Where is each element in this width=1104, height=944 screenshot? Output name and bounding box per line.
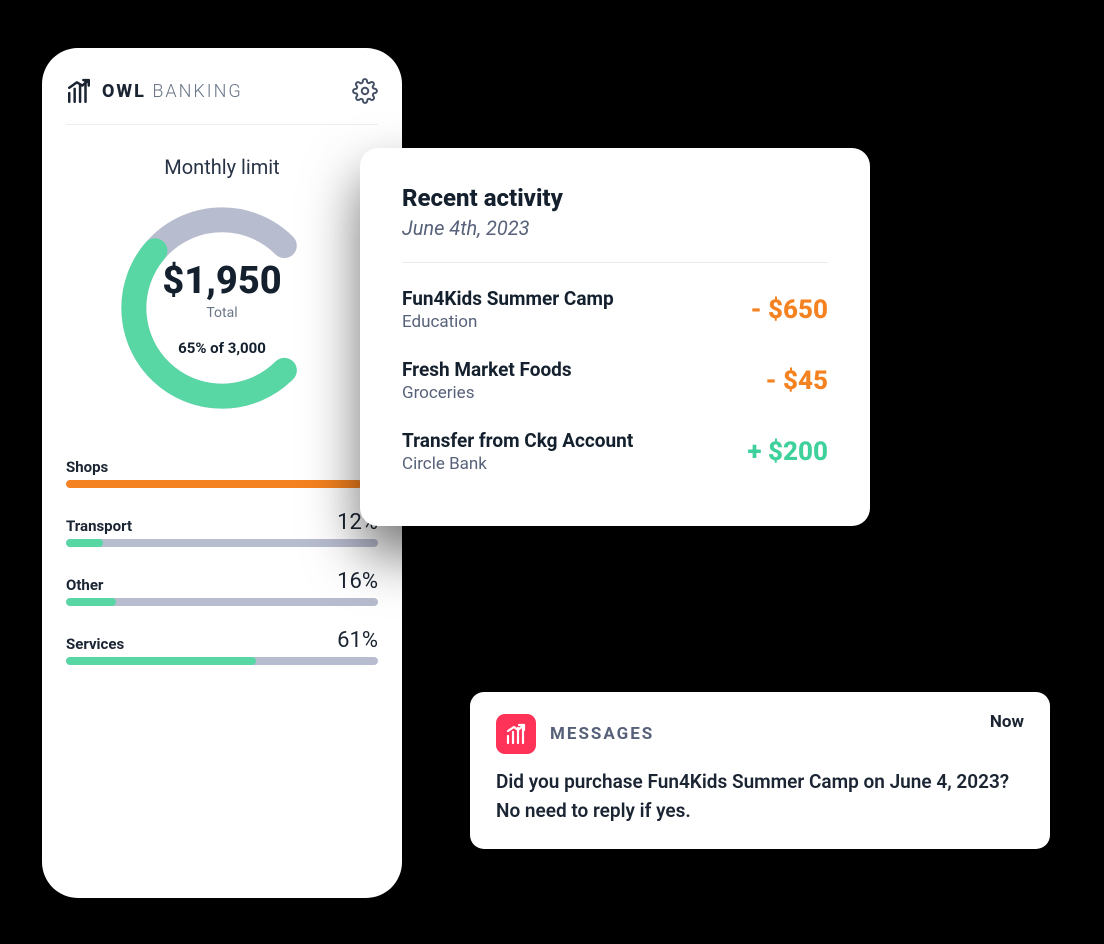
activity-item-amount: + $200 xyxy=(748,437,828,467)
limit-section: Monthly limit $1,950 Total 65% of 3,000 … xyxy=(66,125,378,665)
activity-items: Fun4Kids Summer Camp Education - $650 Fr… xyxy=(402,287,828,474)
activity-item[interactable]: Transfer from Ckg Account Circle Bank + … xyxy=(402,429,828,474)
category-name: Other xyxy=(66,576,103,594)
category-bar xyxy=(66,480,378,488)
category-row[interactable]: Other 16% xyxy=(66,569,378,606)
category-row[interactable]: Services 61% xyxy=(66,628,378,665)
activity-item-amount: - $650 xyxy=(751,295,828,325)
category-name: Shops xyxy=(66,458,108,476)
gauge-pct-line: 65% of 3,000 xyxy=(178,339,266,357)
brand-light: BANKING xyxy=(152,81,242,102)
category-bar-fill xyxy=(66,480,362,488)
category-bar-fill xyxy=(66,539,103,547)
activity-item[interactable]: Fun4Kids Summer Camp Education - $650 xyxy=(402,287,828,332)
gauge-amount: $1,950 xyxy=(162,259,281,303)
category-bar xyxy=(66,539,378,547)
activity-item-sub: Circle Bank xyxy=(402,454,633,474)
activity-card: Recent activity June 4th, 2023 Fun4Kids … xyxy=(360,148,870,526)
gear-icon[interactable] xyxy=(352,78,378,104)
notification-card[interactable]: MESSAGES Now Did you purchase Fun4Kids S… xyxy=(470,692,1050,849)
category-bar-fill xyxy=(66,657,256,665)
categories-list: Shops 9 Transport 12% Other 16% Services xyxy=(66,451,378,665)
category-name: Transport xyxy=(66,517,132,535)
activity-item-title: Fun4Kids Summer Camp xyxy=(402,287,614,310)
category-name: Services xyxy=(66,635,124,653)
notification-label: MESSAGES xyxy=(550,724,654,744)
category-bar xyxy=(66,598,378,606)
category-bar-fill xyxy=(66,598,116,606)
category-row[interactable]: Shops 9 xyxy=(66,451,378,488)
notification-header: MESSAGES Now xyxy=(496,714,1024,754)
category-bar xyxy=(66,657,378,665)
notification-time: Now xyxy=(990,712,1024,732)
category-percent: 61% xyxy=(337,628,378,653)
gauge-center: $1,950 Total 65% of 3,000 xyxy=(107,193,337,423)
activity-item-sub: Education xyxy=(402,312,614,332)
activity-item-title: Transfer from Ckg Account xyxy=(402,429,633,452)
activity-item-amount: - $45 xyxy=(766,366,828,396)
activity-date: June 4th, 2023 xyxy=(402,216,828,240)
category-percent: 16% xyxy=(337,569,378,594)
brand-text: OWL BANKING xyxy=(102,81,243,102)
limit-gauge: $1,950 Total 65% of 3,000 xyxy=(107,193,337,423)
phone-card: OWL BANKING Monthly limit xyxy=(42,48,402,898)
phone-header: OWL BANKING xyxy=(66,78,378,125)
gauge-total-label: Total xyxy=(206,305,237,321)
chart-up-icon xyxy=(66,78,92,104)
limit-title: Monthly limit xyxy=(66,155,378,179)
category-row[interactable]: Transport 12% xyxy=(66,510,378,547)
brand: OWL BANKING xyxy=(66,78,243,104)
notification-body: Did you purchase Fun4Kids Summer Camp on… xyxy=(496,768,1024,825)
messages-app-icon xyxy=(496,714,536,754)
activity-item-title: Fresh Market Foods xyxy=(402,358,572,381)
activity-item-sub: Groceries xyxy=(402,383,572,403)
activity-title: Recent activity xyxy=(402,184,828,212)
activity-item[interactable]: Fresh Market Foods Groceries - $45 xyxy=(402,358,828,403)
activity-divider xyxy=(402,262,828,263)
brand-bold: OWL xyxy=(102,81,146,102)
